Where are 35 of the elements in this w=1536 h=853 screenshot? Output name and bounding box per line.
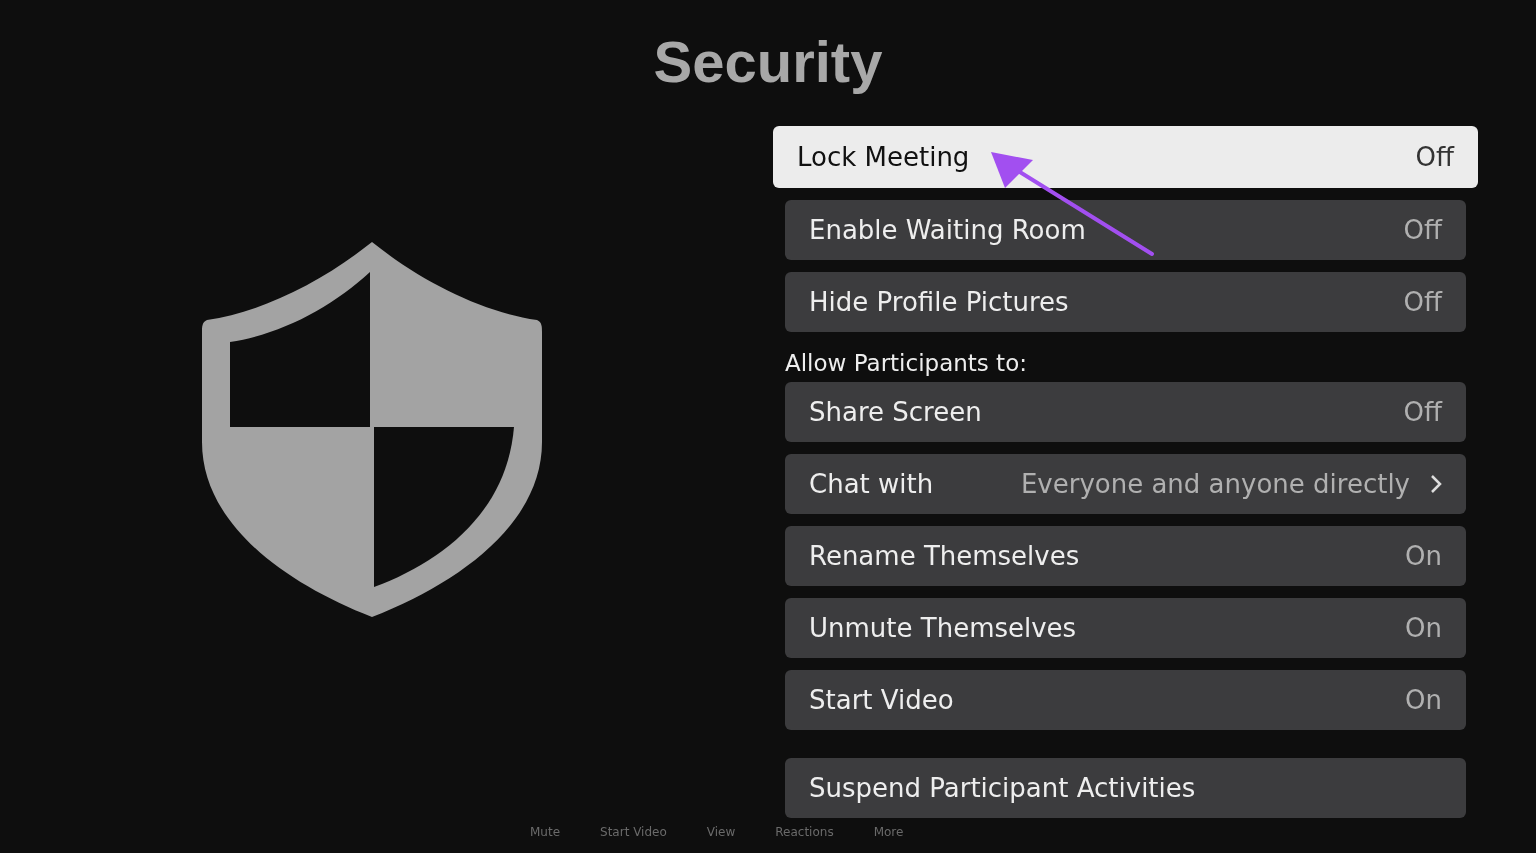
section-header: Allow Participants to: <box>785 350 1028 376</box>
row-value: Everyone and anyone directly <box>1020 469 1410 499</box>
shield-icon <box>201 242 542 617</box>
row-label: Hide Profile Pictures <box>809 287 1070 317</box>
settings-row[interactable]: Hide Profile Pictures Off <box>785 272 1466 332</box>
row-value: On <box>1405 685 1442 715</box>
row-label: Enable Waiting Room <box>809 215 1087 245</box>
row-label: Share Screen <box>809 397 983 427</box>
toolbar-label: More <box>873 825 904 839</box>
row-value: On <box>1405 613 1442 643</box>
settings-row[interactable]: Unmute Themselves On <box>785 598 1466 658</box>
row-label: Rename Themselves <box>809 541 1081 571</box>
settings-row[interactable]: Rename Themselves On <box>785 526 1466 586</box>
row-value: Off <box>1403 397 1442 427</box>
settings-row[interactable]: Enable Waiting Room Off <box>785 200 1466 260</box>
settings-row[interactable]: Share Screen Off <box>785 382 1466 442</box>
settings-row[interactable]: Lock Meeting Off <box>773 126 1478 188</box>
toolbar-label: Mute <box>530 825 561 839</box>
settings-row[interactable]: Suspend Participant Activities <box>785 758 1466 818</box>
settings-row[interactable]: Start Video On <box>785 670 1466 730</box>
row-value: On <box>1405 541 1442 571</box>
settings-row[interactable]: Chat with Everyone and anyone directly <box>785 454 1466 514</box>
toolbar-label: Start Video <box>600 825 667 839</box>
row-label: Unmute Themselves <box>809 613 1078 643</box>
row-value: Off <box>1415 142 1454 172</box>
toolbar-label: Reactions <box>775 825 834 839</box>
page-title: Security <box>652 28 884 96</box>
row-label: Chat with <box>809 469 935 499</box>
row-value: Off <box>1403 287 1442 317</box>
toolbar-label: View <box>706 825 736 839</box>
chevron-right-icon <box>1430 474 1442 494</box>
row-label: Suspend Participant Activities <box>809 773 1197 803</box>
row-label: Start Video <box>809 685 955 715</box>
row-label: Lock Meeting <box>797 142 971 172</box>
row-value: Off <box>1403 215 1442 245</box>
